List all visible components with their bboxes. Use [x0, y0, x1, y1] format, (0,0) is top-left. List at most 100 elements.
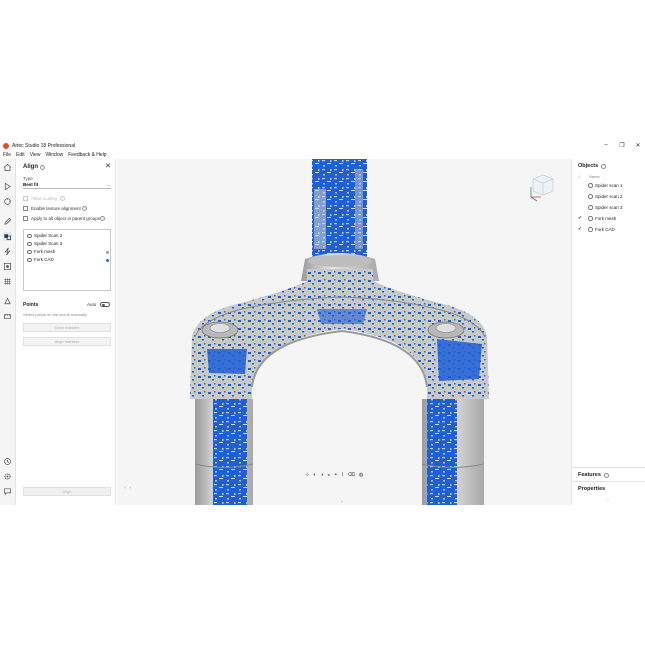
play-icon[interactable] [3, 182, 12, 191]
table-row[interactable]: Spider scan 2 [572, 193, 645, 200]
3d-viewport[interactable]: ⊹ ◐ ◑ ◒ ◓ ⌇ ⌫ ◍ ◐ ◑ ^ [117, 159, 571, 505]
name-column-header: Name [589, 174, 600, 179]
drop-icon[interactable] [3, 297, 12, 306]
help-icon[interactable]: ? [100, 216, 105, 221]
settings-icon[interactable] [3, 472, 12, 481]
points-section-title: Points [23, 302, 39, 308]
object-name: Spider scan 3 [595, 205, 623, 210]
dropdown-underline [23, 188, 111, 189]
auto-toggle[interactable] [100, 302, 110, 307]
navigation-icon[interactable]: ◐ ◑ [124, 485, 131, 491]
pencil-icon[interactable] [3, 217, 12, 226]
color-dot [106, 258, 109, 262]
list-item[interactable]: Fork mesh [27, 249, 109, 255]
gear-icon[interactable] [601, 164, 606, 169]
menu-window[interactable]: Window [45, 152, 63, 158]
transform-icon[interactable]: ⊹ [305, 472, 309, 478]
align-icon[interactable] [3, 232, 12, 241]
close-window-button[interactable]: ✕ [635, 142, 641, 149]
object-name: Spider scan 1 [595, 183, 623, 188]
texture-icon[interactable] [3, 262, 12, 271]
fork-model-render[interactable] [117, 159, 571, 505]
scan-object-icon [588, 183, 593, 188]
expand-properties-icon[interactable]: ^ [607, 498, 609, 503]
clear-markers-button[interactable]: Clear markers [23, 323, 111, 332]
table-row[interactable]: ✔ Fork CAD [572, 226, 645, 233]
chevron-down-icon[interactable]: ⌄ [107, 182, 110, 187]
menu-bar: File Edit View Window Feedback & Help [0, 151, 109, 159]
align-button[interactable]: Align [23, 487, 111, 496]
viewport-toolbar: ⊹ ◐ ◑ ◒ ◓ ⌇ ⌫ ◍ [305, 472, 363, 478]
shading-icon[interactable]: ◑ [320, 472, 323, 478]
apply-parent-groups-checkbox[interactable] [23, 216, 28, 221]
help-icon[interactable]: ? [82, 206, 87, 211]
object-name: Fork CAD [34, 257, 54, 262]
wireframe-icon[interactable]: ◓ [334, 472, 337, 478]
grid-icon[interactable] [3, 277, 12, 286]
home-icon[interactable] [3, 163, 12, 172]
scan-object-icon [588, 194, 593, 199]
panel-title: Align [23, 164, 38, 170]
view-cube[interactable] [530, 174, 554, 202]
align-object-list: Spider Scan 2 Spider Scan 3 Fork mesh Fo… [23, 229, 111, 291]
visibility-column-header: ✓ [578, 174, 582, 179]
menu-view[interactable]: View [30, 152, 41, 158]
color-dot [106, 250, 109, 254]
title-bar: Artec Studio 18 Professional – ❐ ✕ [0, 141, 645, 150]
list-item[interactable]: Fork CAD [27, 257, 109, 263]
camera-icon[interactable]: ◍ [359, 472, 363, 478]
view-mode-icon[interactable]: ◐ [313, 472, 316, 478]
close-panel-button[interactable]: ✕ [105, 162, 111, 170]
objects-title: Objects [578, 163, 599, 169]
erase-icon[interactable]: ⌫ [348, 472, 355, 478]
table-row[interactable]: ✔ Fork mesh [572, 215, 645, 222]
history-icon[interactable] [3, 457, 12, 466]
measure-icon[interactable] [3, 312, 12, 321]
artec-logo-icon [3, 142, 9, 149]
list-item[interactable]: Spider Scan 2 [27, 233, 109, 239]
object-name: Spider scan 2 [595, 194, 623, 199]
visible-check-icon[interactable]: ✔ [578, 226, 582, 232]
object-name: Spider Scan 3 [34, 241, 63, 246]
texture-view-icon[interactable]: ◒ [327, 472, 330, 478]
expand-bottom-icon[interactable]: ^ [341, 499, 343, 504]
texture-alignment-checkbox[interactable] [23, 206, 28, 211]
section-icon[interactable]: ⌇ [341, 472, 343, 478]
divider [572, 467, 645, 468]
objects-panel: Objects ✓ Name Spider scan 1 Spider scan… [571, 159, 645, 505]
help-icon[interactable]: ? [60, 196, 65, 201]
object-name: Fork CAD [595, 227, 615, 232]
menu-edit[interactable]: Edit [16, 152, 25, 158]
mesh-object-icon [27, 249, 32, 254]
align-markers-button[interactable]: Align markers [23, 337, 111, 346]
gear-icon[interactable] [604, 473, 609, 478]
table-row[interactable]: Spider scan 3 [572, 204, 645, 211]
mesh-object-icon [588, 216, 593, 221]
list-item[interactable]: Spider Scan 3 [27, 241, 109, 247]
window-title: Artec Studio 18 Professional [12, 142, 76, 149]
object-name: Spider Scan 2 [34, 233, 63, 238]
align-panel: Align ? ✕ Type Best fit ⌄ Allow scaling … [17, 159, 116, 505]
properties-title[interactable]: Properties [578, 486, 605, 492]
visible-check-icon[interactable]: ✔ [578, 215, 582, 221]
texture-alignment-label: Enable texture alignment [31, 206, 81, 211]
allow-scaling-checkbox[interactable] [23, 196, 28, 201]
type-label: Type [23, 176, 33, 181]
auto-label: Auto [87, 302, 97, 307]
help-icon[interactable]: ? [40, 165, 45, 170]
allow-scaling-label: Allow scaling [31, 196, 58, 201]
scan-object-icon [27, 233, 32, 238]
scan-icon[interactable] [3, 197, 12, 206]
table-row[interactable]: Spider scan 1 [572, 182, 645, 189]
menu-feedback-help[interactable]: Feedback & Help [68, 152, 106, 158]
type-dropdown[interactable]: Best fit [23, 182, 38, 187]
chat-icon[interactable] [3, 487, 12, 496]
features-title[interactable]: Features [578, 472, 601, 478]
maximize-button[interactable]: ❐ [619, 142, 625, 149]
minimize-button[interactable]: – [603, 142, 609, 149]
menu-file[interactable]: File [3, 152, 11, 158]
object-name: Fork mesh [34, 249, 56, 254]
points-hint: Select points on the scene manually [23, 312, 88, 317]
bolt-icon[interactable] [3, 247, 12, 256]
object-name: Fork mesh [595, 216, 617, 221]
